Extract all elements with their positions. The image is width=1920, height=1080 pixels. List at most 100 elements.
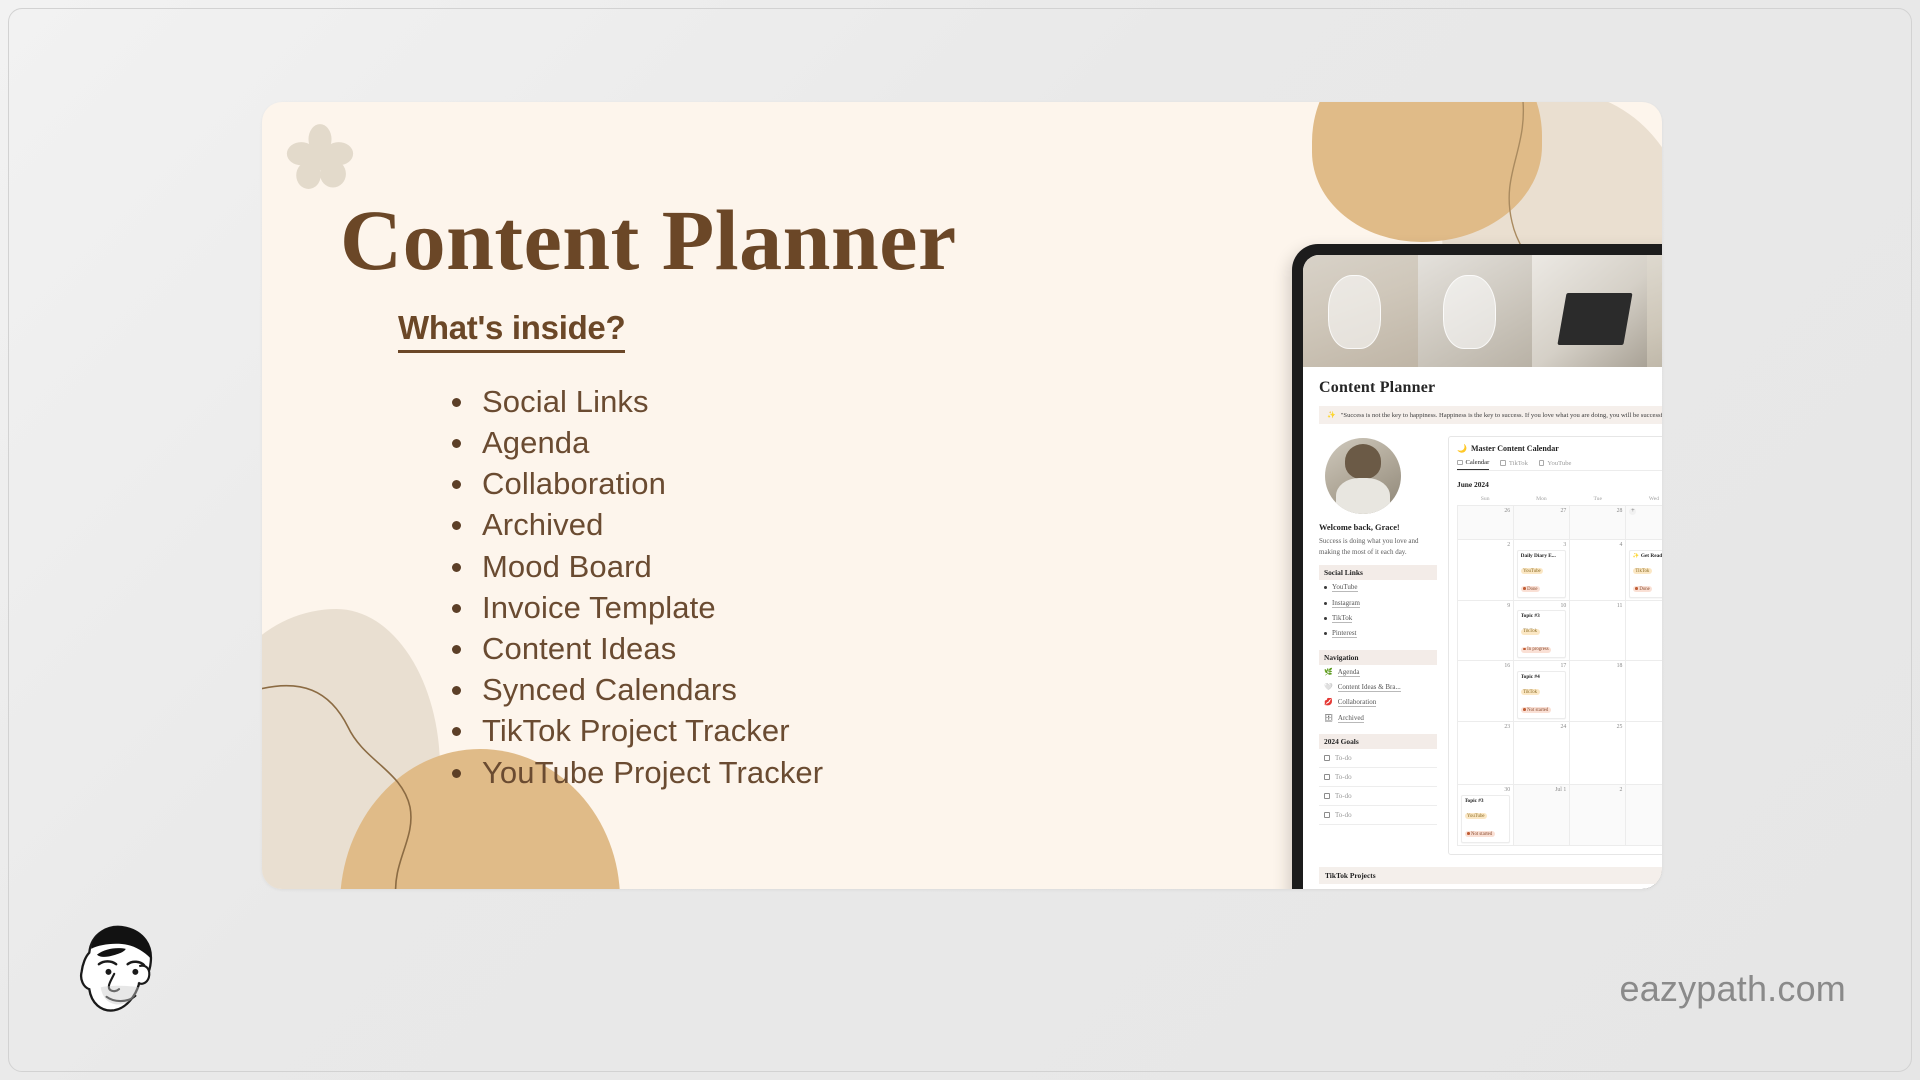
calendar-event-title: Daily Diary E... — [1520, 552, 1556, 559]
bullet-icon — [1324, 616, 1327, 620]
todo-item[interactable]: To-do — [1319, 749, 1437, 768]
leaf-icon: 🌿 — [1324, 667, 1333, 676]
calendar-day-cell[interactable]: 10 Topic #3 TikTok In progress — [1514, 600, 1571, 661]
tab-label: YouTube — [1547, 459, 1572, 467]
calendar-icon — [1457, 459, 1463, 466]
calendar-day-number: 18 — [1616, 663, 1623, 669]
bullet-icon — [1324, 601, 1327, 605]
todo-label: To-do — [1335, 773, 1352, 781]
checkbox-icon[interactable] — [1324, 793, 1330, 799]
calendar-day-cell[interactable]: 30 Topic #3 YouTube Not started — [1458, 785, 1515, 846]
calendar-event-tag: YouTube — [1520, 568, 1544, 574]
calendar-day-cell[interactable]: 24 — [1514, 721, 1571, 785]
list-item: YouTube Project Tracker — [450, 752, 1060, 793]
calendar-day-cell[interactable]: 28 — [1570, 506, 1627, 540]
calendar-day-cell[interactable]: +29 — [1626, 506, 1662, 540]
calendar-day-cell[interactable]: 16 — [1458, 661, 1515, 722]
calendar-day-cell[interactable]: 26 — [1458, 506, 1515, 540]
face-avatar-logo — [79, 925, 153, 1012]
hero-image-strip — [1303, 255, 1662, 367]
calendar-event-card[interactable]: Topic #3 TikTok In progress — [1517, 610, 1567, 658]
calendar-day-cell[interactable]: 11 — [1570, 600, 1627, 661]
todo-item[interactable]: To-do — [1319, 787, 1437, 806]
content-card: Content Planner What's inside? Social Li… — [262, 102, 1662, 889]
calendar-event-card[interactable]: Daily Diary E... YouTube Done — [1517, 549, 1567, 598]
calendar-day-number: 11 — [1616, 602, 1623, 609]
calendar-day-cell[interactable]: 25 — [1570, 721, 1627, 785]
calendar-day-cell[interactable]: 23 — [1458, 721, 1515, 785]
status-dot-icon — [1467, 832, 1470, 835]
tab-youtube[interactable]: YouTube — [1538, 459, 1572, 470]
calendar-day-number: 23 — [1504, 723, 1511, 730]
calendar-day-cell[interactable]: 17 Topic #4 TikTok Not started — [1514, 661, 1571, 722]
tab-calendar[interactable]: Calendar — [1457, 459, 1490, 470]
sparkle-icon: ✨ — [1327, 411, 1336, 419]
list-item: Invoice Template — [450, 587, 1060, 628]
todo-item[interactable]: To-do — [1319, 768, 1437, 787]
calendar-day-cell[interactable]: 18 — [1570, 661, 1627, 722]
calendar-day-cell[interactable]: 3 — [1626, 785, 1662, 846]
notion-page-body: Content Planner ✨ "Success is not the ke… — [1303, 367, 1662, 889]
site-url: eazypath.com — [1619, 968, 1846, 1009]
notion-columns: Welcome back, Grace! Success is doing wh… — [1319, 436, 1662, 855]
calendar-day-cell[interactable]: 26 — [1626, 722, 1662, 785]
page-title: Content Planner — [340, 192, 957, 288]
sidebar-item-archived[interactable]: 🗄 Archived — [1319, 711, 1437, 726]
calendar-day-number: 10 — [1560, 602, 1567, 609]
sidebar-item-label: Pinterest — [1332, 629, 1357, 639]
calendar-day-cell[interactable]: 3 Daily Diary E... YouTube Done — [1514, 540, 1571, 601]
todo-item[interactable]: To-do — [1319, 806, 1437, 825]
todo-label: To-do — [1335, 754, 1352, 762]
status-dot-icon — [1523, 647, 1526, 651]
slide-text-column: Content Planner What's inside? Social Li… — [340, 192, 1060, 793]
sidebar-item-instagram[interactable]: Instagram — [1319, 595, 1437, 610]
sidebar-item-tiktok[interactable]: TikTok — [1319, 611, 1437, 626]
status-badge: Done — [1632, 586, 1653, 592]
calendar-day-cell[interactable]: 9 — [1458, 600, 1515, 661]
calendar-month-label: June 2024 — [1457, 480, 1489, 489]
calendar-day-cell[interactable]: 4 — [1570, 540, 1627, 601]
sidebar-item-content-ideas[interactable]: 🤍 Content Ideas & Bra... — [1319, 680, 1437, 695]
calendar-day-cell[interactable]: 19 — [1626, 661, 1662, 722]
sidebar-item-label: Archived — [1337, 713, 1364, 723]
notion-sidebar: Welcome back, Grace! Success is doing wh… — [1319, 436, 1437, 855]
slide-frame: Content Planner What's inside? Social Li… — [0, 0, 1920, 1080]
sidebar-item-label: YouTube — [1332, 583, 1358, 593]
checkbox-icon[interactable] — [1324, 812, 1330, 818]
calendar-day-number: 3 — [1563, 542, 1567, 548]
calendar-event-title: Topic #3 — [1464, 797, 1484, 804]
sidebar-item-youtube[interactable]: YouTube — [1319, 580, 1437, 595]
sidebar-item-label: Instagram — [1332, 598, 1360, 608]
tab-tiktok[interactable]: TikTok — [1500, 459, 1528, 470]
calendar-day-cell[interactable]: 27 — [1514, 506, 1571, 540]
sidebar-item-label: Content Ideas & Bra... — [1337, 683, 1401, 693]
calendar-day-cell[interactable]: 12 — [1626, 601, 1662, 661]
tablet-device-mockup: Content Planner ✨ "Success is not the ke… — [1292, 244, 1662, 889]
calendar-day-number: 24 — [1560, 723, 1567, 730]
list-item: Agenda — [450, 422, 1060, 463]
calendar-day-cell[interactable]: 2 — [1570, 785, 1627, 846]
checkbox-icon[interactable] — [1324, 774, 1330, 780]
calendar-day-number: 26 — [1629, 724, 1662, 730]
calendar-day-number: 28 — [1616, 508, 1623, 514]
master-content-calendar: 🌙 Master Content Calendar Calendar TikTo… — [1448, 436, 1662, 855]
navigation-heading: Navigation — [1319, 649, 1437, 665]
calendar-day-cell[interactable]: Jul 1 — [1514, 785, 1571, 846]
calendar-day-number: 26 — [1504, 508, 1511, 514]
sidebar-item-agenda[interactable]: 🌿 Agenda — [1319, 665, 1437, 680]
list-item: Collaboration — [450, 463, 1060, 504]
sidebar-item-pinterest[interactable]: Pinterest — [1319, 626, 1437, 641]
calendar-day-cell[interactable]: 5 ✨ Get Ready ... TikTok Done — [1626, 540, 1662, 601]
calendar-view-tabs: Calendar TikTok YouTube — [1457, 459, 1662, 471]
calendar-event-card[interactable]: ✨ Get Ready ... TikTok Done — [1629, 549, 1662, 598]
checkbox-icon[interactable] — [1324, 755, 1330, 761]
todo-label: To-do — [1335, 811, 1352, 819]
tiktok-projects-section: TikTok Projects CLEAN LIVING. Topic Idea… — [1319, 866, 1662, 890]
calendar-day-number: 2 — [1507, 542, 1511, 548]
calendar-event-card[interactable]: Topic #3 YouTube Not started — [1461, 794, 1511, 843]
avatar — [1325, 438, 1401, 514]
calendar-day-cell[interactable]: 2 — [1458, 540, 1515, 601]
calendar-event-card[interactable]: Topic #4 TikTok Not started — [1517, 670, 1567, 719]
sidebar-item-collaboration[interactable]: 💋 Collaboration — [1319, 695, 1437, 710]
bullet-icon — [1324, 586, 1327, 590]
